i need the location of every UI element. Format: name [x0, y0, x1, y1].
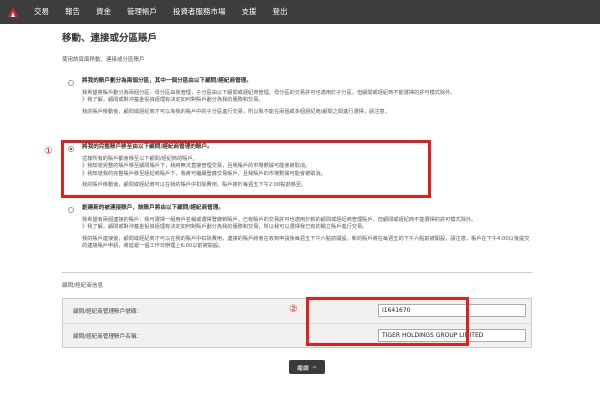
advisor-account-name-label: 顧問/經紀商管理賬戶名稱：	[73, 334, 143, 340]
advisor-section-label: 顧問/經紀商信息	[62, 283, 104, 289]
option-heading: 將我的賬戶劃分為兩個分區，其中一個分區由以下顧問/經紀商管理。	[82, 78, 252, 84]
highlight-box-2	[306, 297, 469, 346]
option-bullet: 》我知道我的完整賬戶移至經紀商賬戶下，我將可繼續登錄交易帳戶，且我賬戶的市場數據…	[82, 170, 326, 177]
nav-item-manage-account[interactable]: 管理帳戶	[119, 0, 165, 24]
page-title: 移動、連接或分區賬戶	[62, 33, 158, 44]
option-bullet: 》我了解，顧問或對沖基金投資經理有決定如何對賬戶劃分為我的服務和交易，所以我可以…	[82, 224, 368, 231]
nav-item-reports[interactable]: 報告	[57, 0, 88, 24]
option-new-linked-account-radio[interactable]	[68, 207, 74, 213]
top-nav: 交易 報告 資金 管理帳戶 投資者服務市場 支援 登出	[0, 0, 600, 24]
section-divider	[62, 272, 532, 273]
option-text: 我的賬戶連接後，顧問或經紀商才可以在我的賬戶中扣除費用，連接的賬戶將會在收到申請…	[82, 235, 530, 249]
continue-button[interactable]: 繼續 ➜	[289, 360, 325, 374]
nav-item-logout[interactable]: 登出	[265, 0, 296, 24]
nav-item-investor-marketplace[interactable]: 投資者服務市場	[165, 0, 234, 24]
option-bullet: 》我了解，顧問或對沖基金投資經理有決定如何對賬戶劃分為我的服務和交易。	[82, 97, 264, 104]
logo[interactable]	[0, 0, 26, 24]
option-text: 我的賬戶移動後，顧問或經紀商可以在我的賬戶中扣除費用，賬戶將於每週五下午2:00…	[82, 181, 307, 188]
nav-item-trade[interactable]: 交易	[26, 0, 57, 24]
option-bullet: 》我知道完整的賬戶移至顧問賬戶下，我將無法直接管理交易，且我賬戶的市場數據可能會…	[82, 163, 311, 170]
advisor-account-number-label: 顧問/經紀商管理賬戶號碼：	[73, 309, 143, 315]
annotation-2: ②	[289, 304, 298, 315]
option-split-account: 將我的賬戶劃分為兩個分區，其中一個分區由以下顧問/經紀商管理。 我希望將賬戶劃分…	[82, 78, 532, 116]
option-split-account-radio[interactable]	[68, 80, 74, 86]
option-heading: 將我的完整賬戶移至由以下顧問/經紀商管理的賬戶。	[82, 144, 213, 150]
option-new-linked-account: 創建新的被連接賬戶，該賬戶將由以下顧問/經紀商管理。 我希望有兩個連接的賬戶：我…	[82, 205, 532, 250]
option-text: 我的賬戶移動後，顧問或經紀商才可以為我的賬戶中的子分區進行交易，所以我不能在兩個…	[82, 108, 390, 115]
page-intro: 使用該頁面移動、連接或分區賬戶	[62, 57, 145, 63]
nav-item-funds[interactable]: 資金	[88, 0, 119, 24]
annotation-1: ①	[44, 146, 53, 157]
continue-label: 繼續	[297, 365, 309, 372]
arrow-right-icon: ➜	[311, 363, 317, 371]
nav-item-support[interactable]: 支援	[234, 0, 265, 24]
logo-icon	[8, 7, 18, 17]
option-move-full-account: 將我的完整賬戶移至由以下顧問/經紀商管理的賬戶。 這樣所有的賬戶都會移至以下顧問…	[82, 144, 427, 189]
option-heading: 創建新的被連接賬戶，該賬戶將由以下顧問/經紀商管理。	[82, 205, 224, 211]
option-move-full-account-radio[interactable]	[68, 146, 74, 152]
